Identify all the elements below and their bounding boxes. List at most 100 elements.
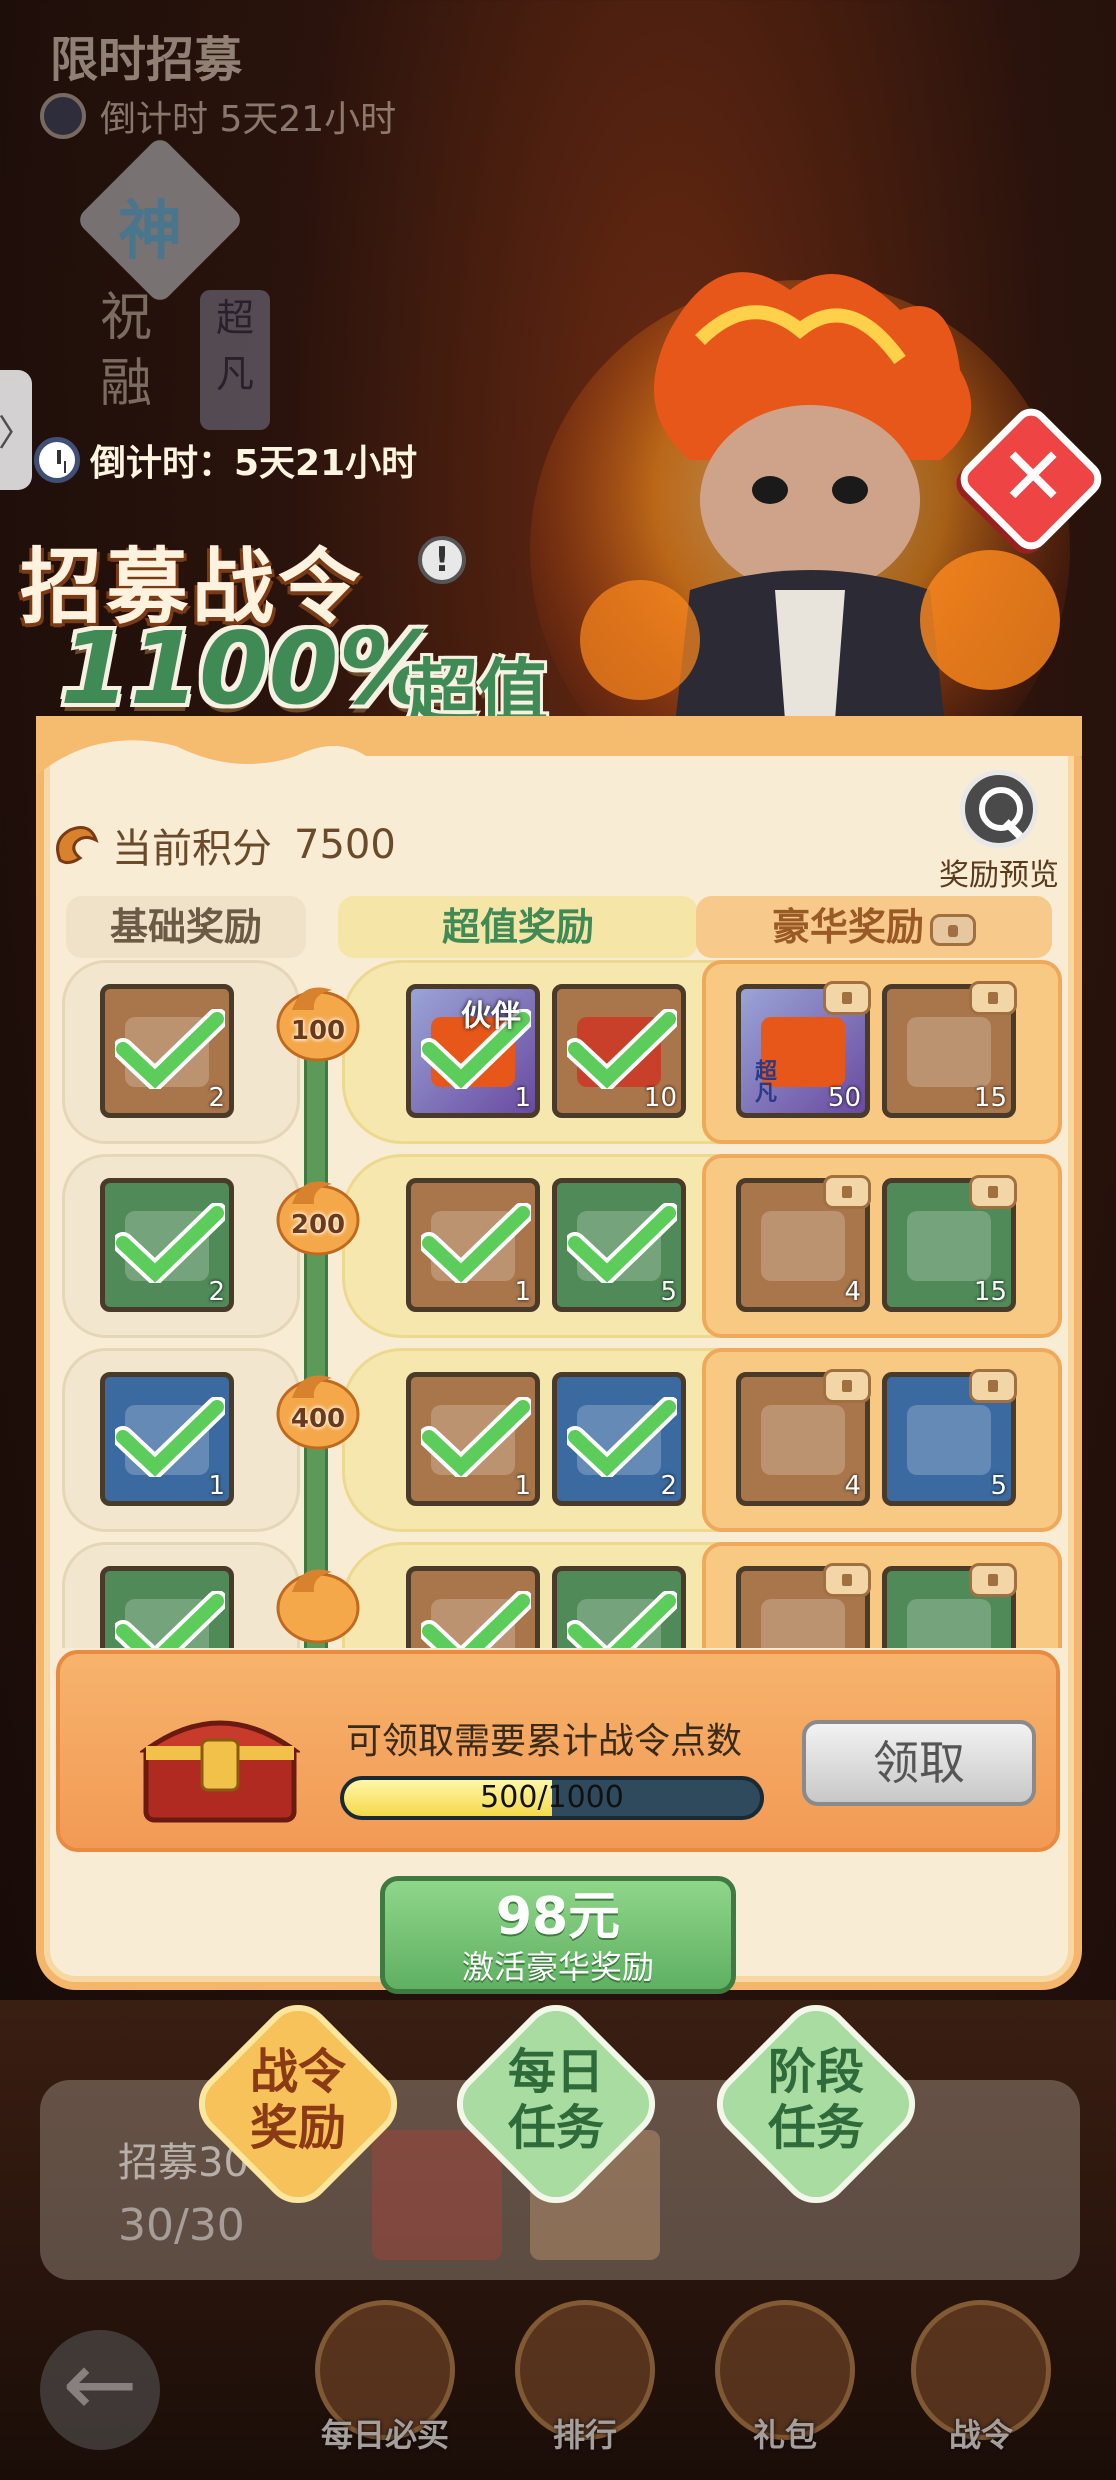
treasure-chest-icon bbox=[140, 1720, 300, 1823]
reward-item-ticket[interactable]: 2 bbox=[100, 984, 234, 1118]
nav-gift-pack[interactable]: 礼包 bbox=[710, 2300, 860, 2470]
reward-item-jade[interactable] bbox=[882, 1563, 1017, 1648]
background-rarity-tag: 超凡 bbox=[200, 290, 270, 430]
check-icon bbox=[567, 1591, 677, 1648]
check-icon bbox=[421, 1203, 531, 1283]
clock-icon bbox=[40, 93, 86, 139]
reward-item[interactable]: 10 bbox=[552, 984, 686, 1118]
reward-item-orb[interactable]: 2 bbox=[552, 1372, 686, 1506]
milestone-node: 200 bbox=[272, 1164, 364, 1256]
column-header-luxury-label: 豪华奖励 bbox=[771, 905, 924, 949]
tab-daily-tasks-label: 每日 任务 bbox=[507, 2044, 604, 2156]
reward-item-orb[interactable]: 1 bbox=[100, 1372, 234, 1506]
lock-icon bbox=[823, 1369, 871, 1403]
item-count: 2 bbox=[660, 1471, 677, 1501]
nav-label: 战令 bbox=[948, 2416, 1013, 2454]
reward-item-hero[interactable]: 超凡 50 bbox=[736, 981, 871, 1118]
buy-subtitle: 激活豪华奖励 bbox=[461, 1948, 654, 1986]
activate-luxury-button[interactable]: 98元 激活豪华奖励 bbox=[380, 1876, 736, 1994]
background-hero-name: 祝融 bbox=[100, 288, 153, 414]
reward-list[interactable]: 2 100 伙伴 1 10 超凡 50 15 2 200 1 5 4 15 1 … bbox=[62, 960, 1062, 1648]
event-timer: 倒计时：5天21小时 bbox=[34, 434, 417, 486]
item-count: 15 bbox=[973, 1277, 1007, 1307]
back-arrow-icon: ← bbox=[62, 2332, 138, 2437]
check-icon bbox=[567, 1203, 677, 1283]
event-timer-text: 倒计时：5天21小时 bbox=[90, 443, 418, 484]
lock-icon bbox=[823, 1563, 871, 1597]
check-icon bbox=[421, 1397, 531, 1477]
tab-stage-tasks-label: 阶段 任务 bbox=[767, 2044, 864, 2156]
score-display: 当前积分 7500 bbox=[50, 816, 396, 874]
reward-item-ticket[interactable] bbox=[406, 1566, 540, 1648]
milestone-label: 100 bbox=[290, 1016, 346, 1046]
value-percent: 1100% bbox=[60, 610, 439, 727]
reward-item-ticket[interactable]: 1 bbox=[406, 1372, 540, 1506]
reward-item-orb[interactable]: 5 bbox=[882, 1369, 1017, 1506]
item-count: 50 bbox=[827, 1083, 861, 1113]
nav-ranking[interactable]: 排行 bbox=[510, 2300, 660, 2470]
reward-item-hero[interactable]: 伙伴 1 bbox=[406, 984, 540, 1118]
nav-battle-pass[interactable]: 战令 bbox=[906, 2300, 1056, 2470]
column-header-luxury: 豪华奖励 bbox=[696, 896, 1052, 958]
nav-daily-buy[interactable]: 每日必买 bbox=[310, 2300, 460, 2470]
points-icon bbox=[56, 826, 99, 865]
reward-item-ticket[interactable] bbox=[736, 1563, 871, 1648]
back-button[interactable]: ← bbox=[40, 2330, 160, 2450]
milestone-node bbox=[272, 1552, 364, 1644]
item-count: 2 bbox=[208, 1277, 225, 1307]
info-icon[interactable]: ! bbox=[418, 536, 466, 584]
reward-item-jade[interactable]: 2 bbox=[100, 1178, 234, 1312]
milestone-node: 100 bbox=[272, 970, 364, 1062]
score-label: 当前积分 bbox=[112, 826, 272, 872]
reward-item-ticket[interactable]: 1 bbox=[406, 1178, 540, 1312]
claim-progress-bar: 500/1000 bbox=[340, 1776, 764, 1820]
side-expand-tab[interactable]: 〉 bbox=[0, 370, 34, 490]
reward-row: 1 400 1 2 4 5 bbox=[62, 1348, 1062, 1532]
reward-item-ticket[interactable]: 4 bbox=[736, 1369, 871, 1506]
lock-icon bbox=[930, 913, 976, 946]
tab-pass-rewards-label: 战令 奖励 bbox=[249, 2044, 346, 2156]
reward-preview-label: 奖励预览 bbox=[939, 858, 1059, 893]
item-count: 5 bbox=[990, 1471, 1007, 1501]
milestone-label: 400 bbox=[290, 1404, 346, 1434]
clock-icon bbox=[34, 437, 80, 483]
reward-item-jade[interactable]: 15 bbox=[882, 1175, 1017, 1312]
claim-button[interactable]: 领取 bbox=[802, 1720, 1036, 1806]
reward-row: 2 200 1 5 4 15 bbox=[62, 1154, 1062, 1338]
reward-row: 2 100 伙伴 1 10 超凡 50 15 bbox=[62, 960, 1062, 1144]
check-icon bbox=[567, 1009, 677, 1089]
lock-icon bbox=[823, 1175, 871, 1209]
reward-item-jade[interactable]: 5 bbox=[552, 1178, 686, 1312]
lock-icon bbox=[823, 981, 871, 1015]
reward-preview-button[interactable]: 奖励预览 bbox=[924, 770, 1074, 894]
reward-item-ticket[interactable]: 15 bbox=[882, 981, 1017, 1118]
item-count: 15 bbox=[973, 1083, 1007, 1113]
nav-label: 每日必买 bbox=[320, 2416, 449, 2454]
check-icon bbox=[115, 1009, 225, 1089]
reward-item-ticket[interactable]: 4 bbox=[736, 1175, 871, 1312]
lock-icon bbox=[969, 1175, 1017, 1209]
partner-tag: 伙伴 bbox=[461, 999, 521, 1034]
shen-badge-text: 神 bbox=[118, 195, 182, 269]
background-timer: 倒计时 5天21小时 bbox=[40, 90, 396, 142]
reward-item-jade[interactable] bbox=[100, 1566, 234, 1648]
item-count: 1 bbox=[514, 1083, 531, 1113]
claim-requirement-text: 可领取需要累计战令点数 bbox=[346, 1721, 743, 1762]
item-count: 1 bbox=[514, 1471, 531, 1501]
reward-item-jade[interactable] bbox=[552, 1566, 686, 1648]
item-count: 2 bbox=[208, 1083, 225, 1113]
lock-icon bbox=[969, 981, 1017, 1015]
background-timer-text: 倒计时 5天21小时 bbox=[100, 99, 397, 140]
lock-icon bbox=[969, 1563, 1017, 1597]
check-icon bbox=[421, 1591, 531, 1648]
close-icon: ✕ bbox=[999, 429, 1067, 523]
item-count: 1 bbox=[514, 1277, 531, 1307]
item-count: 4 bbox=[844, 1471, 861, 1501]
check-icon bbox=[567, 1397, 677, 1477]
background-recruit-count: 30/30 bbox=[118, 2200, 245, 2251]
check-icon bbox=[115, 1397, 225, 1477]
nav-label: 礼包 bbox=[752, 2416, 817, 2454]
nav-label: 排行 bbox=[552, 2416, 617, 2454]
item-count: 1 bbox=[208, 1471, 225, 1501]
check-icon bbox=[115, 1203, 225, 1283]
